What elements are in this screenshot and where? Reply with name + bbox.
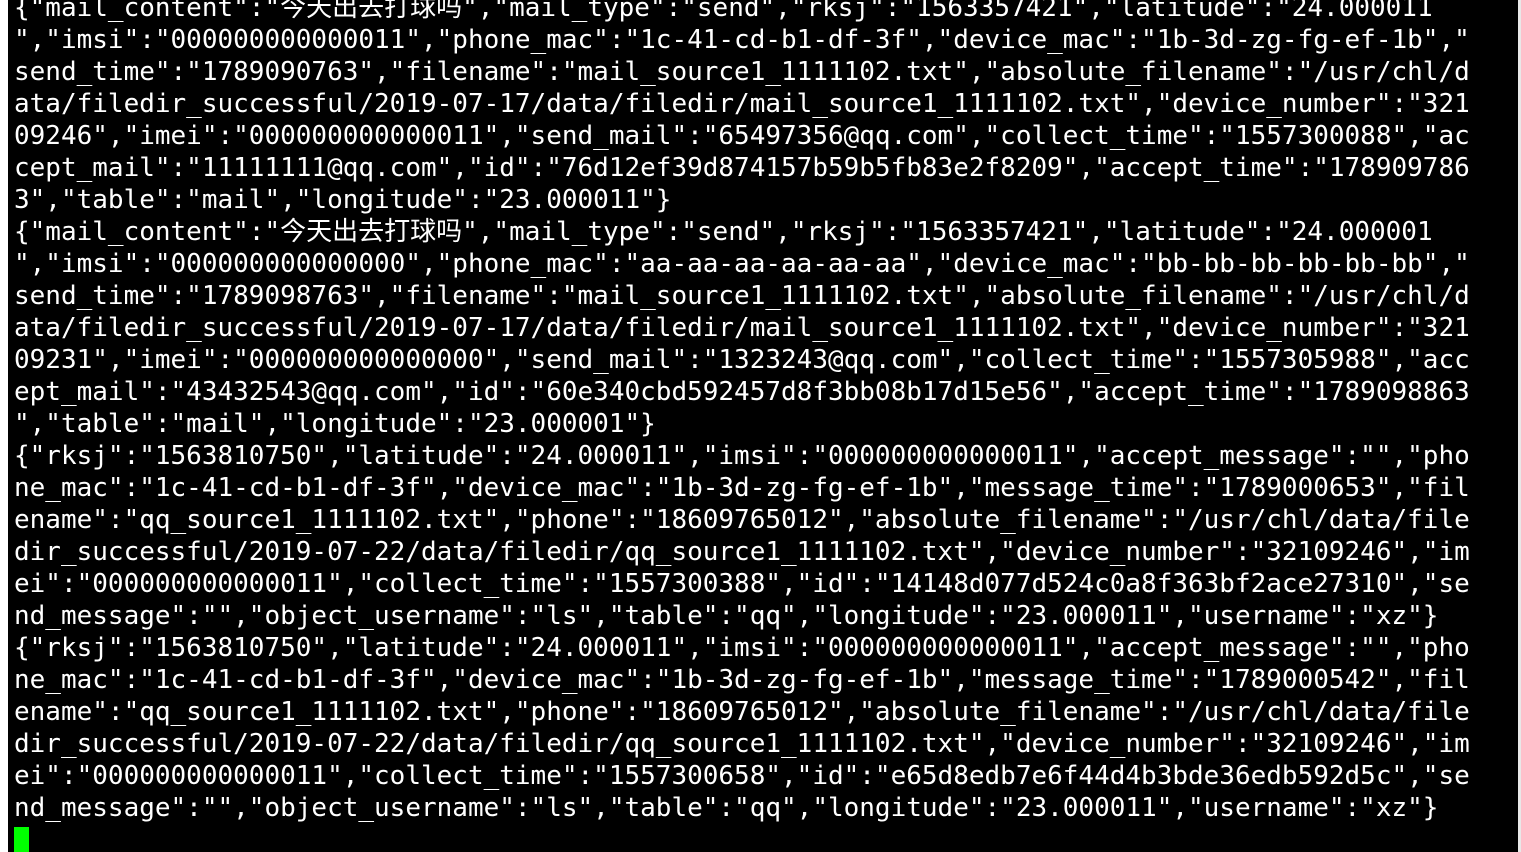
output-line: ept_mail":"43432543@qq.com","id":"60e340… xyxy=(14,377,1470,407)
terminal-output: {"mail_content":"今天出去打球吗","mail_type":"s… xyxy=(14,0,1514,824)
output-line: ata/filedir_successful/2019-07-17/data/f… xyxy=(14,89,1470,119)
output-line: send_time":"1789098763","filename":"mail… xyxy=(14,281,1470,311)
terminal-window[interactable]: {"mail_content":"今天出去打球吗","mail_type":"s… xyxy=(0,0,1521,852)
output-line: ne_mac":"1c-41-cd-b1-df-3f","device_mac"… xyxy=(14,473,1470,503)
output-line: ","imsi":"000000000000000","phone_mac":"… xyxy=(14,249,1470,279)
output-line: dir_successful/2019-07-22/data/filedir/q… xyxy=(14,729,1470,759)
output-line: {"rksj":"1563810750","latitude":"24.0000… xyxy=(14,441,1470,471)
output-line: ","imsi":"000000000000011","phone_mac":"… xyxy=(14,25,1470,55)
output-line: ei":"000000000000011","collect_time":"15… xyxy=(14,761,1470,791)
output-line: 09231","imei":"000000000000000","send_ma… xyxy=(14,345,1470,375)
output-line: 09246","imei":"000000000000011","send_ma… xyxy=(14,121,1470,151)
output-line: send_time":"1789090763","filename":"mail… xyxy=(14,57,1470,87)
output-line: {"rksj":"1563810750","latitude":"24.0000… xyxy=(14,633,1470,663)
output-line: ename":"qq_source1_1111102.txt","phone":… xyxy=(14,505,1470,535)
output-line: dir_successful/2019-07-22/data/filedir/q… xyxy=(14,537,1470,567)
window-left-edge xyxy=(0,0,8,852)
output-line: {"mail_content":"今天出去打球吗","mail_type":"s… xyxy=(14,217,1433,247)
terminal-cursor xyxy=(14,827,29,852)
output-line: ","table":"mail","longitude":"23.000001"… xyxy=(14,409,656,439)
output-line: nd_message":"","object_username":"ls","t… xyxy=(14,793,1439,823)
output-line: ename":"qq_source1_1111102.txt","phone":… xyxy=(14,697,1470,727)
output-line: {"mail_content":"今天出去打球吗","mail_type":"s… xyxy=(14,0,1433,23)
output-line: 3","table":"mail","longitude":"23.000011… xyxy=(14,185,672,215)
output-line: ata/filedir_successful/2019-07-17/data/f… xyxy=(14,313,1470,343)
output-line: nd_message":"","object_username":"ls","t… xyxy=(14,601,1439,631)
output-line: cept_mail":"11111111@qq.com","id":"76d12… xyxy=(14,153,1470,183)
output-line: ei":"000000000000011","collect_time":"15… xyxy=(14,569,1470,599)
output-line: ne_mac":"1c-41-cd-b1-df-3f","device_mac"… xyxy=(14,665,1470,695)
